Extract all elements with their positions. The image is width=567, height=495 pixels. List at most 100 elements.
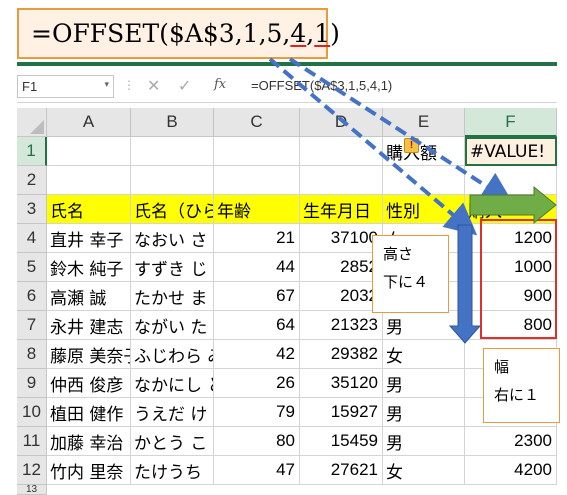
cell-b4[interactable]: なおい さ — [131, 224, 214, 253]
cell-a12[interactable]: 竹内 里奈 — [47, 456, 131, 485]
cell-a5[interactable]: 鈴木 純子 — [47, 253, 131, 282]
row-header-1[interactable]: 1 — [17, 137, 47, 166]
height-note: 高さ 下に４ — [372, 235, 449, 313]
cell-d3[interactable]: 生年月日 — [300, 195, 383, 224]
callout-suffix: ) — [330, 19, 340, 48]
cell-c4[interactable]: 21 — [214, 224, 300, 253]
cell-d6[interactable]: 2032 — [300, 282, 383, 311]
error-warning-icon[interactable]: ! — [404, 138, 419, 153]
row-header-12[interactable]: 12 — [17, 456, 47, 485]
height-note-line2: 下に４ — [383, 273, 429, 291]
cell-c1[interactable] — [214, 137, 300, 166]
cell-b12[interactable]: たけうち — [131, 456, 214, 485]
cell-a3[interactable]: 氏名 — [47, 195, 131, 224]
formula-callout: =OFFSET($A$3,1,5, 4, 1) — [17, 8, 340, 59]
cell-b5[interactable]: すずき じ — [131, 253, 214, 282]
row-header-5[interactable]: 5 — [17, 253, 47, 282]
column-header-a[interactable]: A — [47, 108, 131, 137]
row-header-9[interactable]: 9 — [17, 369, 47, 398]
column-header-c[interactable]: C — [214, 108, 300, 137]
cell-c5[interactable]: 44 — [214, 253, 300, 282]
row-header-3[interactable]: 3 — [17, 195, 47, 224]
column-header-b[interactable]: B — [131, 108, 214, 137]
cell-f2[interactable] — [465, 166, 557, 195]
cell-b3[interactable]: 氏名（ひらがな） — [131, 195, 214, 224]
cell-c9[interactable]: 26 — [214, 369, 300, 398]
cell-f11[interactable]: 2300 — [465, 427, 557, 456]
cell-c10[interactable]: 79 — [214, 398, 300, 427]
callout-height-arg: 4 — [290, 19, 307, 48]
insert-function-icon[interactable]: fx — [214, 77, 226, 92]
width-note: 幅 右に１ — [483, 348, 560, 423]
cell-e7[interactable]: 男 — [383, 311, 465, 340]
cell-c3[interactable]: 年齢 — [214, 195, 300, 224]
cell-b9[interactable]: なかにし と — [131, 369, 214, 398]
result-range-highlight — [480, 219, 557, 339]
cell-c7[interactable]: 64 — [214, 311, 300, 340]
ribbon-bottom-edge — [17, 62, 557, 66]
cell-e8[interactable]: 女 — [383, 340, 465, 369]
cell-d11[interactable]: 15459 — [300, 427, 383, 456]
cell-d4[interactable]: 37100 — [300, 224, 383, 253]
cell-f1[interactable]: #VALUE! — [465, 137, 557, 166]
row-header-11[interactable]: 11 — [17, 427, 47, 456]
cell-d7[interactable]: 21323 — [300, 311, 383, 340]
cancel-icon[interactable]: ✕ — [147, 76, 160, 95]
cell-c6[interactable]: 67 — [214, 282, 300, 311]
cell-b11[interactable]: かとう こ — [131, 427, 214, 456]
cell-e10[interactable]: 男 — [383, 398, 465, 427]
column-header-f[interactable]: F — [465, 108, 557, 137]
cell-d12[interactable]: 27621 — [300, 456, 383, 485]
cell-b6[interactable]: たかせ ま — [131, 282, 214, 311]
cell-c12[interactable]: 47 — [214, 456, 300, 485]
cell-a9[interactable]: 仲西 俊彦 — [47, 369, 131, 398]
width-note-line2: 右に１ — [494, 386, 540, 404]
row-header-2[interactable]: 2 — [17, 166, 47, 195]
enter-check-icon[interactable]: ✓ — [178, 76, 191, 95]
formula-input[interactable]: =OFFSET($A$3,1,5,4,1) — [251, 78, 392, 93]
cell-a10[interactable]: 植田 健作 — [47, 398, 131, 427]
callout-width-arg: 1 — [314, 19, 331, 48]
cell-e11[interactable]: 男 — [383, 427, 465, 456]
cell-b7[interactable]: ながい た — [131, 311, 214, 340]
chevron-down-icon[interactable]: ▾ — [104, 79, 109, 90]
cell-b8[interactable]: ふじわら み — [131, 340, 214, 369]
cell-c11[interactable]: 80 — [214, 427, 300, 456]
cell-d2[interactable] — [300, 166, 383, 195]
cell-b2[interactable] — [131, 166, 214, 195]
cell-e2[interactable] — [383, 166, 465, 195]
cell-e9[interactable]: 男 — [383, 369, 465, 398]
callout-prefix: =OFFSET($A$3,1,5, — [31, 19, 291, 48]
row-header-4[interactable]: 4 — [17, 224, 47, 253]
row-header-6[interactable]: 6 — [17, 282, 47, 311]
cell-c2[interactable] — [214, 166, 300, 195]
row-header-10[interactable]: 10 — [17, 398, 47, 427]
cell-d9[interactable]: 35120 — [300, 369, 383, 398]
cell-e12[interactable]: 女 — [383, 456, 465, 485]
name-box[interactable]: F1 ▾ — [17, 75, 114, 98]
column-header-d[interactable]: D — [300, 108, 383, 137]
select-all-corner[interactable] — [17, 108, 47, 137]
cell-d8[interactable]: 29382 — [300, 340, 383, 369]
cell-b10[interactable]: うえだ け — [131, 398, 214, 427]
column-header-e[interactable]: E — [383, 108, 465, 137]
drag-handle-icon[interactable]: ⋮ — [123, 78, 135, 92]
cell-f12[interactable]: 4200 — [465, 456, 557, 485]
row-header-13[interactable]: 13 — [17, 484, 47, 495]
cell-e1[interactable]: 購入額 — [383, 137, 465, 166]
cell-a11[interactable]: 加藤 幸治 — [47, 427, 131, 456]
row-header-8[interactable]: 8 — [17, 340, 47, 369]
cell-b1[interactable] — [131, 137, 214, 166]
cell-a4[interactable]: 直井 幸子 — [47, 224, 131, 253]
cell-a2[interactable] — [47, 166, 131, 195]
cell-a6[interactable]: 高瀬 誠 — [47, 282, 131, 311]
cell-a8[interactable]: 藤原 美奈子 — [47, 340, 131, 369]
cell-a1[interactable] — [47, 137, 131, 166]
cell-d1[interactable] — [300, 137, 383, 166]
cell-e3[interactable]: 性別 — [383, 195, 465, 224]
cell-d10[interactable]: 15927 — [300, 398, 383, 427]
row-header-7[interactable]: 7 — [17, 311, 47, 340]
cell-d5[interactable]: 2852 — [300, 253, 383, 282]
cell-c8[interactable]: 42 — [214, 340, 300, 369]
cell-a7[interactable]: 永井 建志 — [47, 311, 131, 340]
